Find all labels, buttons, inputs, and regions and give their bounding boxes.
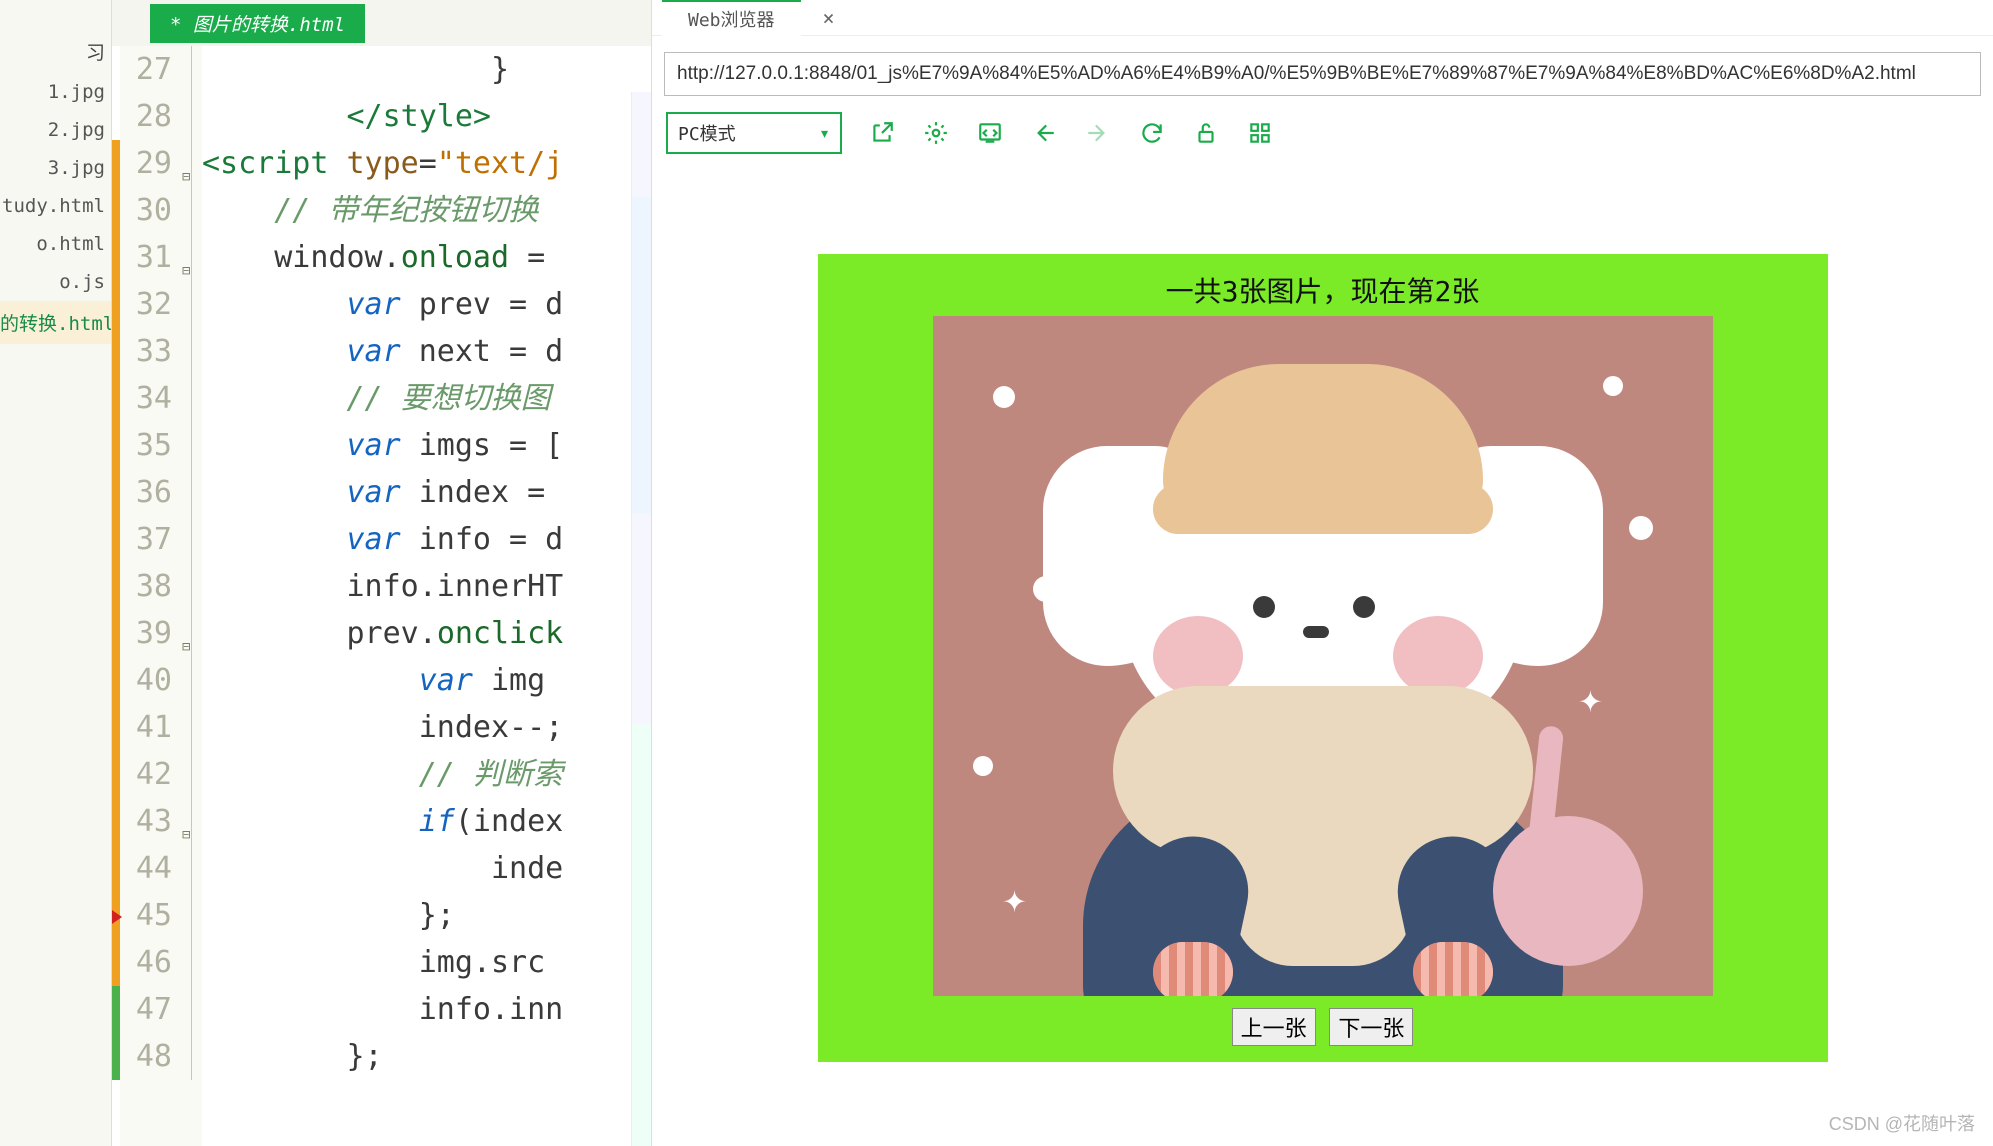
forward-icon[interactable]	[1084, 119, 1112, 147]
devtools-icon[interactable]	[976, 119, 1004, 147]
editor-tab-bar: * 图片的转换.html	[112, 0, 651, 46]
file-item[interactable]: 1.jpg	[0, 73, 111, 111]
chevron-down-icon: ▾	[819, 123, 830, 144]
file-item[interactable]: 的转换.html	[0, 301, 111, 344]
next-button[interactable]: 下一张	[1329, 1008, 1413, 1046]
settings-icon[interactable]	[922, 119, 950, 147]
prev-button[interactable]: 上一张	[1232, 1008, 1316, 1046]
web-browser-panel: Web浏览器 × PC模式 ▾ 一共3张图片，现在第2张	[652, 0, 1993, 1146]
reload-icon[interactable]	[1138, 119, 1166, 147]
browser-tab-bar: Web浏览器 ×	[652, 0, 1993, 36]
code-lines[interactable]: } </style><script type="text/j // 带年纪按钮切…	[202, 46, 651, 1146]
back-icon[interactable]	[1030, 119, 1058, 147]
file-item[interactable]: tudy.html	[0, 187, 111, 225]
lock-icon[interactable]	[1192, 119, 1220, 147]
file-item[interactable]: 2.jpg	[0, 111, 111, 149]
fold-column	[180, 46, 202, 1146]
image-switcher-widget: 一共3张图片，现在第2张 ✦ ✦ ✦	[818, 254, 1828, 1062]
code-editor: * 图片的转换.html 272829303132333435363738394…	[112, 0, 652, 1146]
browser-toolbar: PC模式 ▾	[652, 106, 1993, 166]
grid-icon[interactable]	[1246, 119, 1274, 147]
url-input[interactable]	[664, 52, 1981, 96]
modification-bar	[112, 46, 120, 1146]
browser-tab[interactable]: Web浏览器	[662, 0, 801, 36]
minimap[interactable]	[631, 92, 651, 1146]
watermark: CSDN @花随叶落	[1829, 1110, 1975, 1136]
preview-image: ✦ ✦ ✦	[933, 316, 1713, 996]
file-item[interactable]: o.html	[0, 225, 111, 263]
line-gutter: 2728293031323334353637383940414243444546…	[120, 46, 180, 1146]
image-counter-caption: 一共3张图片，现在第2张	[818, 270, 1828, 310]
file-item[interactable]: o.js	[0, 263, 111, 301]
mode-select[interactable]: PC模式 ▾	[666, 112, 842, 154]
close-icon[interactable]: ×	[823, 6, 835, 30]
preview-viewport: 一共3张图片，现在第2张 ✦ ✦ ✦	[652, 166, 1993, 1146]
file-section-label: 习	[0, 30, 111, 73]
mode-select-label: PC模式	[678, 120, 736, 146]
file-item[interactable]: 3.jpg	[0, 149, 111, 187]
editor-tab-active[interactable]: * 图片的转换.html	[150, 4, 365, 43]
external-icon[interactable]	[868, 119, 896, 147]
file-explorer: 习 1.jpg2.jpg3.jpgtudy.htmlo.htmlo.js的转换.…	[0, 0, 112, 1146]
